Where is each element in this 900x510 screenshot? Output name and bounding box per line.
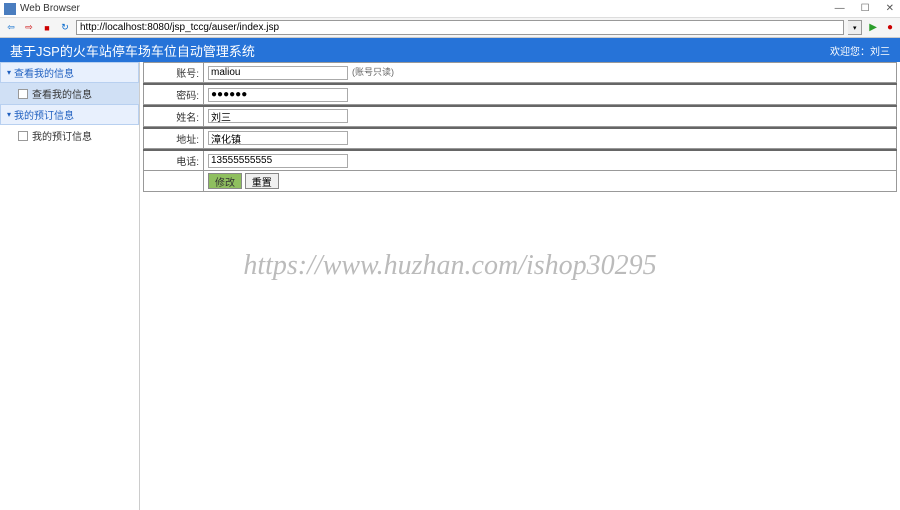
form-input-3[interactable] — [208, 131, 348, 145]
window-title: Web Browser — [20, 3, 833, 14]
window-controls: — ☐ ✕ — [833, 3, 896, 14]
main-area: ▾查看我的信息查看我的信息▾我的预订信息我的预订信息 账号:(账号只读)密码:姓… — [0, 62, 900, 510]
form-input-2[interactable] — [208, 109, 348, 123]
form-label-empty — [144, 171, 204, 192]
sidebar-section-head[interactable]: ▾我的预订信息 — [0, 104, 139, 125]
window-titlebar: Web Browser — ☐ ✕ — [0, 0, 900, 18]
content-area: 账号: (账号只读) 密码:姓名:地址:电话:修改 重置 — [140, 62, 900, 510]
go-button[interactable]: ▶ — [866, 22, 880, 33]
form-label: 姓名: — [144, 107, 204, 127]
maximize-button[interactable]: ☐ — [859, 3, 872, 14]
form-cell: (账号只读) — [204, 63, 897, 83]
form-row: 地址: — [144, 129, 897, 149]
form-cell — [204, 107, 897, 127]
close-button[interactable]: ✕ — [884, 3, 896, 14]
form-label: 密码: — [144, 85, 204, 105]
page-header: 基于JSP的火车站停车场车位自动管理系统 欢迎您：刘三 — [0, 38, 900, 62]
form-row: 电话: — [144, 151, 897, 171]
user-form-table: 账号: (账号只读) 密码:姓名:地址:电话:修改 重置 — [143, 62, 897, 192]
sidebar-item-label: 我的预订信息 — [32, 128, 92, 143]
form-button-row: 修改 重置 — [144, 171, 897, 192]
form-label: 账号: — [144, 63, 204, 83]
sidebar-item[interactable]: 我的预订信息 — [0, 125, 139, 146]
reset-button[interactable]: 重置 — [245, 173, 279, 189]
form-label: 地址: — [144, 129, 204, 149]
cancel-button[interactable]: ● — [884, 22, 896, 33]
form-input-0[interactable] — [208, 66, 348, 80]
form-row: 密码: — [144, 85, 897, 105]
browser-toolbar: ⇦ ⇨ ■ ↻ ▾ ▶ ● — [0, 18, 900, 38]
form-hint: (账号只读) — [352, 67, 394, 77]
refresh-button[interactable]: ↻ — [58, 21, 72, 35]
chevron-down-icon: ▾ — [7, 110, 11, 119]
form-cell — [204, 129, 897, 149]
app-icon — [4, 3, 16, 15]
sidebar-section-title: 我的预订信息 — [14, 107, 74, 122]
form-cell — [204, 85, 897, 105]
minimize-button[interactable]: — — [833, 3, 847, 14]
page-icon — [18, 131, 28, 141]
chevron-down-icon: ▾ — [7, 68, 11, 77]
form-label: 电话: — [144, 151, 204, 171]
stop-button[interactable]: ■ — [40, 21, 54, 35]
form-input-1[interactable] — [208, 88, 348, 102]
form-cell — [204, 151, 897, 171]
welcome-user: 欢迎您：刘三 — [830, 43, 890, 58]
page-icon — [18, 89, 28, 99]
address-dropdown[interactable]: ▾ — [848, 20, 862, 35]
sidebar-item-label: 查看我的信息 — [32, 86, 92, 101]
back-button[interactable]: ⇦ — [4, 21, 18, 35]
forward-button[interactable]: ⇨ — [22, 21, 36, 35]
sidebar-section-head[interactable]: ▾查看我的信息 — [0, 62, 139, 83]
form-row: 姓名: — [144, 107, 897, 127]
page-title: 基于JSP的火车站停车场车位自动管理系统 — [10, 41, 830, 60]
form-input-4[interactable] — [208, 154, 348, 168]
form-row: 账号: (账号只读) — [144, 63, 897, 83]
form-button-cell: 修改 重置 — [204, 171, 897, 192]
address-bar[interactable] — [76, 20, 844, 35]
sidebar-item[interactable]: 查看我的信息 — [0, 83, 139, 104]
sidebar: ▾查看我的信息查看我的信息▾我的预订信息我的预订信息 — [0, 62, 140, 510]
submit-button[interactable]: 修改 — [208, 173, 242, 189]
sidebar-section-title: 查看我的信息 — [14, 65, 74, 80]
